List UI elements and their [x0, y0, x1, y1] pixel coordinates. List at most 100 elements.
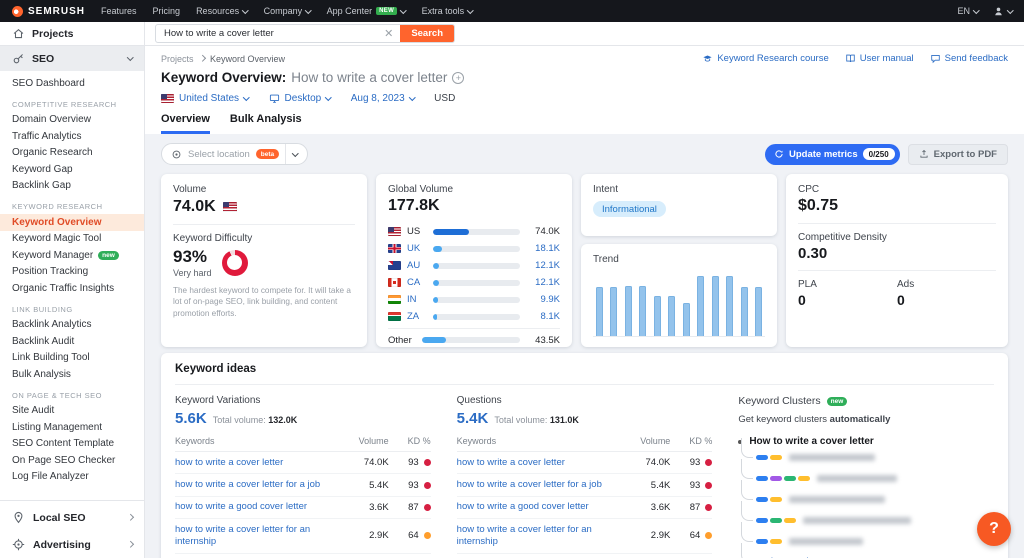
search-button[interactable]: Search: [400, 25, 454, 42]
keyword-link[interactable]: how to write a good cover letter: [457, 501, 627, 513]
volume-value: 74.0K: [535, 226, 560, 237]
questions-count[interactable]: 5.4K: [457, 410, 489, 427]
sidebar-item-link-building-tool[interactable]: Link Building Tool: [0, 350, 144, 367]
topnav-item-label: Resources: [196, 6, 240, 16]
column-volume[interactable]: Volume: [626, 436, 670, 446]
sidebar-item-position-tracking[interactable]: Position Tracking: [0, 264, 144, 281]
keyword-link[interactable]: how to write a cover letter for a job: [457, 479, 627, 491]
add-keyword-icon[interactable]: +: [452, 71, 465, 84]
topnav-item-app-center[interactable]: App Center NEW: [327, 6, 407, 16]
tab-bulk-analysis[interactable]: Bulk Analysis: [230, 113, 302, 134]
keyword-link[interactable]: how to write a cover letter for an inter…: [175, 524, 345, 549]
column-kd[interactable]: KD %: [670, 436, 712, 446]
help-link-keyword-research-course[interactable]: Keyword Research course: [702, 53, 829, 64]
country-code[interactable]: IN: [407, 294, 427, 305]
column-kd[interactable]: KD %: [389, 436, 431, 446]
chevron-right-icon: [126, 514, 133, 521]
sidebar-section-seo[interactable]: SEO: [0, 46, 144, 71]
sidebar-item-label: SEO Dashboard: [12, 77, 85, 89]
sidebar-item-label: Log File Analyzer: [12, 471, 89, 483]
variations-count[interactable]: 5.6K: [175, 410, 207, 427]
sidebar-item-organic-traffic-insights[interactable]: Organic Traffic Insights: [0, 280, 144, 297]
keyword-link[interactable]: how to write a cover letter for an inter…: [457, 524, 627, 549]
topnav-item-extra-tools[interactable]: Extra tools: [422, 6, 474, 16]
country-code[interactable]: AU: [407, 260, 427, 271]
sidebar-item-keyword-overview[interactable]: Keyword Overview: [0, 214, 144, 231]
sidebar-item-backlink-gap[interactable]: Backlink Gap: [0, 178, 144, 195]
sidebar-item-on-page-seo-checker[interactable]: On Page SEO Checker: [0, 452, 144, 469]
update-metrics-button[interactable]: Update metrics 0/250: [764, 143, 900, 165]
secondary-bar: Projects ✕ Search: [0, 22, 1024, 46]
country-code[interactable]: US: [407, 226, 427, 237]
device-filter[interactable]: Desktop: [269, 93, 332, 104]
account-menu[interactable]: [993, 6, 1013, 17]
topnav-item-pricing[interactable]: Pricing: [153, 6, 181, 16]
search-input[interactable]: [156, 28, 378, 39]
keyword-link[interactable]: how to write a cover letter: [457, 457, 627, 469]
topnav-right: EN: [957, 6, 1013, 17]
global-volume-row-other: Other 43.5K: [388, 328, 560, 347]
keyword-link[interactable]: how to write a good cover letter: [175, 501, 345, 513]
topnav-item-resources[interactable]: Resources: [196, 6, 249, 16]
column-volume[interactable]: Volume: [345, 436, 389, 446]
country-code[interactable]: CA: [407, 277, 427, 288]
search-box: ✕ Search: [155, 24, 455, 43]
topnav-item-company[interactable]: Company: [264, 6, 312, 16]
keyword-link[interactable]: how to write a cover letter: [175, 457, 345, 469]
keyword-link[interactable]: how to write a cover letter for a job: [175, 479, 345, 491]
cluster-root[interactable]: How to write a cover letter: [738, 436, 994, 447]
chevron-down-icon: [408, 94, 416, 101]
sidebar-item-log-file-analyzer[interactable]: Log File Analyzer: [0, 469, 144, 486]
sidebar-item-keyword-gap[interactable]: Keyword Gap: [0, 161, 144, 178]
sidebar-item-advertising[interactable]: Advertising: [0, 531, 144, 558]
sidebar-item-local-seo[interactable]: Local SEO: [0, 504, 144, 531]
country-code[interactable]: UK: [407, 243, 427, 254]
sidebar-item-site-audit[interactable]: Site Audit: [0, 403, 144, 420]
column-keywords[interactable]: Keywords: [175, 436, 345, 446]
column-keywords[interactable]: Keywords: [457, 436, 627, 446]
breadcrumb-projects[interactable]: Projects: [161, 54, 194, 64]
cluster-item[interactable]: [740, 501, 994, 531]
help-button[interactable]: ?: [977, 512, 1011, 546]
divider: [0, 500, 144, 501]
sidebar-item-listing-management[interactable]: Listing Management: [0, 419, 144, 436]
sidebar-item-seo-dashboard[interactable]: SEO Dashboard: [0, 75, 144, 92]
sidebar-item-projects[interactable]: Projects: [0, 22, 145, 45]
cluster-item[interactable]: [740, 522, 994, 552]
select-location-dropdown[interactable]: Select location beta: [161, 143, 308, 165]
sidebar-item-keyword-magic-tool[interactable]: Keyword Magic Tool: [0, 231, 144, 248]
topnav-item-features[interactable]: Features: [101, 6, 137, 16]
global-volume-row-uk: UK 18.1K: [388, 240, 560, 257]
help-link-user-manual[interactable]: User manual: [845, 53, 914, 64]
clear-search-icon[interactable]: ✕: [377, 27, 400, 40]
cluster-item[interactable]: [740, 438, 994, 468]
cluster-chips: [756, 539, 783, 544]
cluster-item[interactable]: [740, 459, 994, 489]
cluster-item[interactable]: [740, 480, 994, 510]
export-pdf-button[interactable]: Export to PDF: [907, 143, 1008, 165]
sidebar-item-bulk-analysis[interactable]: Bulk Analysis: [0, 366, 144, 383]
semrush-logo[interactable]: SEMRUSH: [12, 5, 85, 17]
sidebar-item-organic-research[interactable]: Organic Research: [0, 145, 144, 162]
sidebar-item-seo-content-template[interactable]: SEO Content Template: [0, 436, 144, 453]
intent-badge[interactable]: Informational: [593, 201, 666, 217]
overview-cards: Volume 74.0K Keyword Difficulty 93% Very…: [161, 174, 1008, 347]
sidebar-item-domain-overview[interactable]: Domain Overview: [0, 112, 144, 129]
tab-overview[interactable]: Overview: [161, 113, 210, 134]
sidebar-item-label: Organic Research: [12, 147, 93, 159]
language-selector[interactable]: EN: [957, 6, 980, 16]
sidebar-item-keyword-manager[interactable]: Keyword Manager new: [0, 247, 144, 264]
sidebar-item-backlink-analytics[interactable]: Backlink Analytics: [0, 317, 144, 334]
refresh-icon: [775, 150, 783, 158]
keyword-ideas-title: Keyword ideas: [175, 363, 994, 385]
keyword-kd: 93: [389, 457, 431, 468]
trend-bar: [754, 286, 762, 336]
country-filter[interactable]: United States: [161, 93, 250, 104]
date-filter[interactable]: Aug 8, 2023: [351, 93, 416, 104]
country-code[interactable]: ZA: [407, 311, 427, 322]
trend-bar: [610, 286, 618, 336]
sidebar-item-backlink-audit[interactable]: Backlink Audit: [0, 333, 144, 350]
help-link-send-feedback[interactable]: Send feedback: [930, 53, 1008, 64]
kd-dot-red: [705, 503, 713, 511]
sidebar-item-traffic-analytics[interactable]: Traffic Analytics: [0, 128, 144, 145]
